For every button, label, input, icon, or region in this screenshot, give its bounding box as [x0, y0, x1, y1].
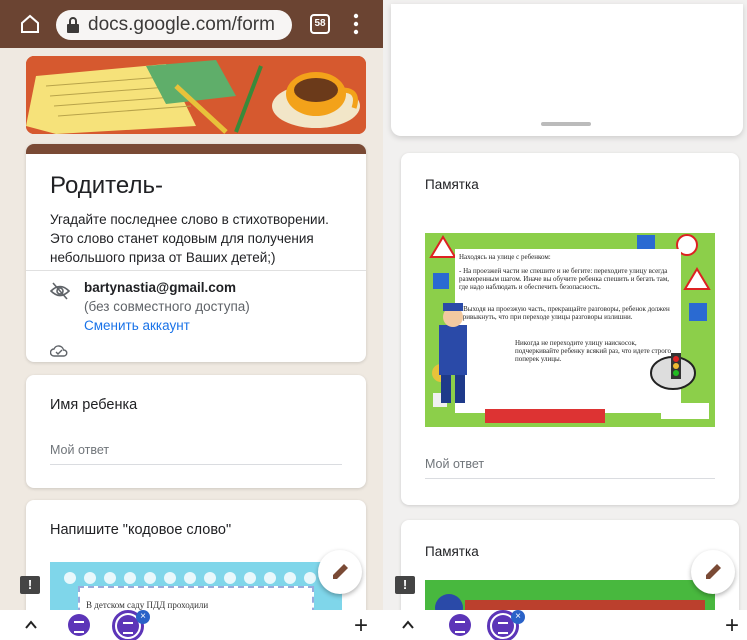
sheet-drag-handle[interactable] — [541, 122, 591, 126]
answer-input[interactable]: Мой ответ — [50, 443, 342, 465]
blank-sheet-overlay — [391, 4, 743, 136]
section-title: Памятка — [425, 177, 479, 192]
cloud-saved-icon — [50, 345, 68, 357]
right-phone-screen: Памятка Находясь на улице с ребенком: - … — [383, 0, 747, 640]
section-title: Памятка — [425, 544, 479, 559]
browser-toolbar: docs.google.com/form 58 — [0, 0, 383, 48]
policeman-illustration — [439, 303, 709, 423]
new-tab-plus-icon[interactable]: + — [725, 612, 739, 640]
question-title: Имя ребенка — [50, 397, 138, 413]
forms-tab-icon[interactable] — [68, 614, 90, 636]
forms-tab-icon[interactable] — [449, 614, 471, 636]
divider — [26, 270, 366, 271]
form-title-card: Родитель- Угадайте последнее слово в сти… — [26, 144, 366, 362]
lock-icon — [67, 17, 79, 33]
answer-input[interactable]: Мой ответ — [425, 457, 715, 479]
chevron-up-icon[interactable] — [24, 618, 38, 630]
form-header-image — [26, 56, 366, 134]
switch-account-link[interactable]: Сменить аккаунт — [84, 318, 190, 333]
report-feedback-icon[interactable]: ! — [395, 576, 415, 594]
edit-fab-button[interactable] — [318, 550, 362, 594]
memo-card: Памятка Находясь на улице с ребенком: - … — [401, 153, 739, 505]
left-phone-screen: docs.google.com/form 58 Родитель- Угадай — [0, 0, 383, 640]
report-feedback-icon[interactable]: ! — [20, 576, 40, 594]
question-title: Напишите "кодовое слово" — [50, 522, 232, 538]
tab-switcher-bar: × + — [383, 610, 747, 640]
form-title: Родитель- — [50, 172, 163, 199]
close-tab-icon[interactable]: × — [136, 610, 150, 624]
close-tab-icon[interactable]: × — [511, 610, 525, 624]
tab-count-button[interactable]: 58 — [310, 14, 330, 34]
pencil-icon — [333, 564, 348, 579]
question-card-child-name: Имя ребенка Мой ответ — [26, 375, 366, 488]
pencil-icon — [706, 564, 721, 579]
tab-switcher-bar: × + — [0, 610, 383, 640]
home-icon[interactable] — [18, 12, 42, 36]
more-menu-icon[interactable] — [352, 12, 360, 36]
traffic-rules-poster: Находясь на улице с ребенком: - На проез… — [425, 233, 715, 427]
account-email: bartynastia@gmail.com — [84, 280, 236, 295]
new-tab-plus-icon[interactable]: + — [354, 612, 368, 640]
poem-text: В детском саду ПДД проходили — [86, 600, 209, 610]
url-text: docs.google.com/form — [88, 14, 275, 35]
eye-off-icon — [50, 282, 70, 300]
sharing-status: (без совместного доступа) — [84, 299, 250, 314]
edit-fab-button[interactable] — [691, 550, 735, 594]
chevron-up-icon[interactable] — [401, 618, 415, 630]
form-description: Угадайте последнее слово в стихотворении… — [50, 212, 329, 265]
address-bar[interactable]: docs.google.com/form — [56, 10, 292, 40]
